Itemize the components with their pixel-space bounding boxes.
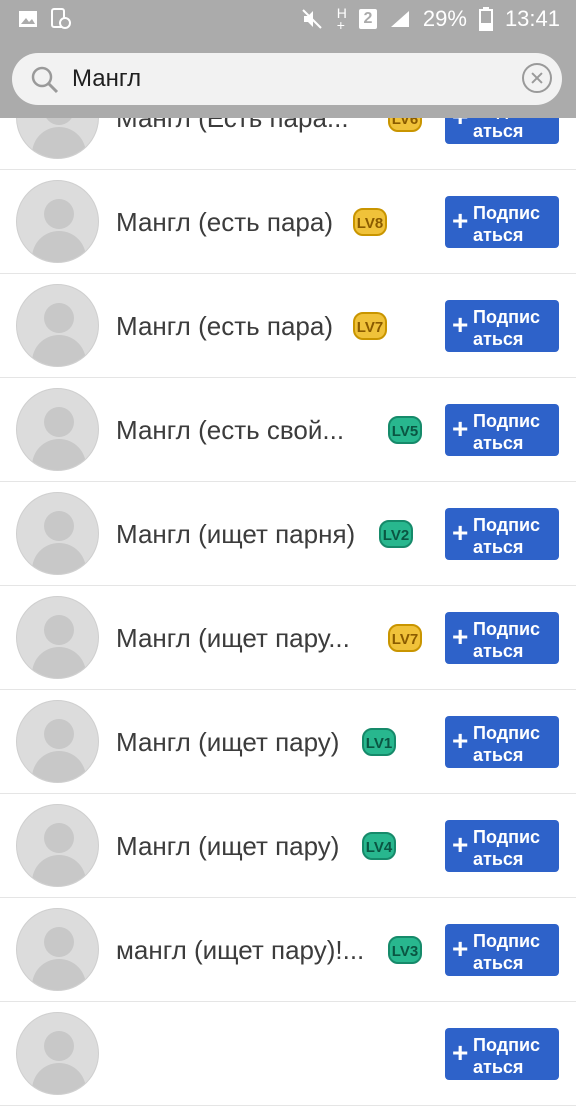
user-name: Мангл (ищет парня) [116, 519, 356, 549]
follow-label: Подписаться [473, 203, 541, 245]
battery-percent: 29% [422, 6, 467, 31]
clear-search-icon[interactable] [522, 63, 552, 93]
status-bar: H + 2 29% 13:41 [0, 0, 576, 40]
follow-button[interactable]: + Подписаться [445, 612, 559, 664]
level-badge: LV7 [388, 624, 422, 652]
follow-button[interactable]: + Подписаться [445, 820, 559, 872]
top-header: H + 2 29% 13:41 Мангл [0, 0, 576, 118]
search-input[interactable]: Мангл [72, 65, 141, 93]
list-item[interactable]: Мангл (есть пара) LV8 + Подпис аться [0, 170, 576, 274]
list-item[interactable]: + Подпис аться [0, 1002, 576, 1106]
avatar[interactable] [16, 180, 99, 263]
level-badge: LV1 [362, 728, 396, 756]
user-name: Мангл (есть пара) [116, 207, 333, 237]
plus-icon: + [452, 621, 469, 652]
follow-button[interactable]: + Подписаться [445, 196, 559, 248]
user-list: Мангл (Есть пара... LV6 + Подписаться Ма… [0, 66, 576, 1106]
follow-label: Подписаться [473, 411, 541, 453]
level-badge: LV3 [388, 936, 422, 964]
plus-icon: + [452, 205, 469, 236]
level-badge: LV2 [379, 520, 413, 548]
follow-button[interactable]: + Подписаться [445, 1028, 559, 1080]
plus-icon: + [452, 517, 469, 548]
screenshot-icon [51, 8, 71, 29]
follow-label: Подписаться [473, 827, 541, 869]
avatar[interactable] [16, 908, 99, 991]
sim-badge: 2 [358, 9, 377, 29]
signal-icon [390, 11, 409, 27]
list-item[interactable]: Мангл (ищет пару) LV4 + Подпис аться [0, 794, 576, 898]
follow-label: Подписаться [473, 931, 541, 973]
avatar[interactable] [16, 284, 99, 367]
gallery-icon [19, 11, 37, 27]
list-item[interactable]: Мангл (есть пара) LV7 + Подпис аться [0, 274, 576, 378]
list-item[interactable]: мангл (ищет пару)!... LV3 + Подпис аться [0, 898, 576, 1002]
clock: 13:41 [504, 6, 560, 31]
search-bar[interactable]: Мангл [12, 53, 562, 105]
avatar[interactable] [16, 492, 99, 575]
user-name: Мангл (ищет пару) [116, 727, 340, 757]
level-badge: LV8 [353, 208, 387, 236]
avatar[interactable] [16, 1012, 99, 1095]
plus-icon: + [452, 933, 469, 964]
user-name: Мангл (есть пара) [116, 311, 333, 341]
user-name: Мангл (ищет пару... [116, 623, 350, 653]
plus-icon: + [452, 413, 469, 444]
avatar[interactable] [16, 804, 99, 887]
follow-button[interactable]: + Подписаться [445, 716, 559, 768]
list-item[interactable]: Мангл (ищет пару) LV1 + Подпис аться [0, 690, 576, 794]
follow-label: Подписаться [473, 515, 541, 557]
follow-button[interactable]: + Подписаться [445, 404, 559, 456]
plus-icon: + [452, 309, 469, 340]
level-badge: LV7 [353, 312, 387, 340]
follow-button[interactable]: + Подписаться [445, 508, 559, 560]
list-item[interactable]: Мангл (есть свой... LV5 + Подпис аться [0, 378, 576, 482]
avatar[interactable] [16, 388, 99, 471]
level-badge: LV5 [388, 416, 422, 444]
follow-button[interactable]: + Подписаться [445, 300, 559, 352]
mute-icon [302, 9, 322, 29]
follow-label: Подписаться [473, 619, 541, 661]
list-item[interactable]: Мангл (ищет пару... LV7 + Подпис аться [0, 586, 576, 690]
plus-icon: + [452, 725, 469, 756]
user-name: мангл (ищет пару)!... [116, 935, 365, 965]
follow-label: Подписаться [473, 307, 541, 349]
search-icon [31, 66, 59, 94]
user-name: Мангл (есть свой... [116, 415, 345, 445]
plus-icon: + [452, 1037, 469, 1068]
follow-label: Подписаться [473, 723, 541, 765]
battery-icon [478, 7, 493, 31]
network-type-icon: H + [336, 5, 347, 33]
avatar[interactable] [16, 596, 99, 679]
user-name: Мангл (ищет пару) [116, 831, 340, 861]
list-item[interactable]: Мангл (ищет парня) LV2 + Подпис аться [0, 482, 576, 586]
plus-icon: + [452, 829, 469, 860]
follow-label: Подписаться [473, 1035, 541, 1077]
avatar[interactable] [16, 700, 99, 783]
level-badge: LV4 [362, 832, 396, 860]
follow-button[interactable]: + Подписаться [445, 924, 559, 976]
